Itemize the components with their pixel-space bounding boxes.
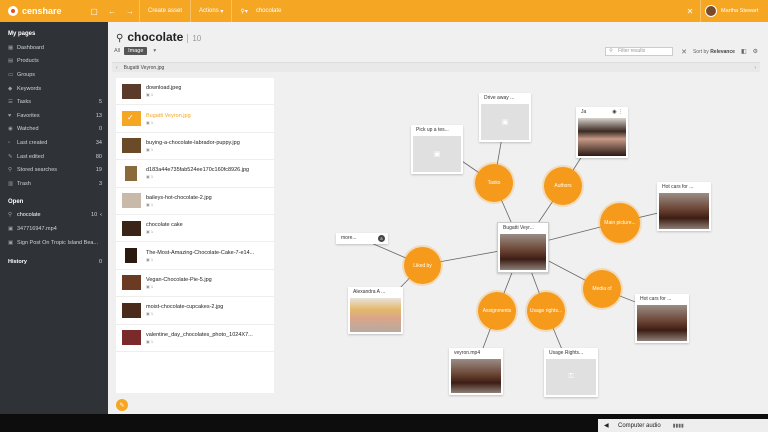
placeholder-icon: ▣	[413, 136, 461, 172]
user-name: Martha Stewart	[721, 8, 759, 14]
pencil-icon: ✎	[8, 153, 13, 160]
create-asset-button[interactable]: Create asset	[139, 0, 190, 22]
card-author[interactable]: Ja ◉ ⋮	[576, 107, 628, 158]
search-dropdown-icon[interactable]: ▾	[245, 8, 248, 15]
sidebar-item-watched[interactable]: ◉ Watched 0	[0, 123, 108, 137]
tag-icon: ◆	[8, 85, 13, 92]
app-name: censhare	[22, 6, 62, 16]
trash-icon: ▥	[8, 180, 14, 187]
sidebar-history[interactable]: History 0	[0, 255, 108, 269]
sidebar-item-stored-searches[interactable]: ⚲ Stored searches 19	[0, 163, 108, 177]
edit-fab-icon[interactable]: ✎	[116, 399, 128, 411]
sidebar-item-products[interactable]: ▤ Products	[0, 55, 108, 69]
sidebar-item-last-edited[interactable]: ✎ Last edited 80	[0, 150, 108, 164]
eye-icon: ◉	[8, 126, 13, 133]
search-input[interactable]: chocolate	[256, 8, 282, 14]
sidebar-open-chocolate[interactable]: ⚲ chocolate 10 ‹	[0, 209, 108, 223]
tasks-icon: ☰	[8, 99, 13, 106]
products-icon: ▤	[8, 58, 14, 65]
relation-assignments[interactable]: Assignments	[478, 292, 516, 330]
panel-toggle-icon[interactable]: ▢	[85, 7, 103, 16]
author-photo	[578, 118, 626, 156]
top-bar: censhare ▢ ← → Create asset Actions ▾ ⚲ …	[0, 0, 768, 22]
video-thumbnail	[451, 359, 501, 393]
card-usage-rights[interactable]: Usage Rights... ⚿	[544, 348, 598, 397]
actions-label: Actions	[199, 8, 219, 14]
sidebar-item-groups[interactable]: ▭ Groups	[0, 68, 108, 82]
video-icon: ▣	[8, 225, 14, 232]
relation-usage-rights[interactable]: Usage rights...	[527, 292, 565, 330]
chevron-down-icon: ▾	[218, 8, 224, 15]
sidebar-item-tasks[interactable]: ☰ Tasks 5	[0, 95, 108, 109]
sidebar-item-keywords[interactable]: ◆ Keywords	[0, 82, 108, 96]
image-icon: ▣	[8, 239, 14, 246]
sidebar: My pages ▦ Dashboard ▤ Products ▭ Groups ◆ K…	[0, 22, 108, 414]
card-alexandra[interactable]: Alexandra A ...	[348, 287, 403, 334]
my-pages-title: My pages	[8, 31, 36, 37]
actions-menu-button[interactable]: Actions ▾	[190, 0, 231, 22]
open-title: Open	[8, 198, 24, 205]
sidebar-item-dashboard[interactable]: ▦ Dashboard	[0, 41, 108, 55]
car-photo	[637, 305, 687, 341]
sidebar-open-video[interactable]: ▣ 347716947.mp4	[0, 222, 108, 236]
card-actions-icon[interactable]: ◉ ⋮	[612, 107, 623, 118]
censhare-logo-icon	[8, 6, 18, 16]
global-search[interactable]: ⚲ ▾ chocolate	[231, 0, 680, 22]
back-arrow-icon[interactable]: ←	[103, 7, 121, 16]
relation-media-of[interactable]: Media of	[583, 270, 621, 308]
card-driveaway[interactable]: Drive away ... ▣	[479, 93, 531, 142]
relation-graph: Pick up a tes... ▣ Drive away ... ▣ Ja ◉ ⋮ …	[108, 22, 768, 414]
sidebar-item-trash[interactable]: ▥ Trash 3	[0, 177, 108, 191]
more-button[interactable]: more... 8	[336, 233, 388, 244]
sidebar-item-last-created[interactable]: ▫ Last created 34	[0, 136, 108, 150]
center-asset-card[interactable]: Bugatti Veyr...	[497, 222, 549, 273]
placeholder-icon: ▣	[481, 104, 529, 140]
alexandra-photo	[350, 298, 401, 332]
relation-liked-by[interactable]: Liked by	[404, 247, 441, 284]
heart-icon: ♥	[8, 112, 12, 119]
card-pickup[interactable]: Pick up a tes... ▣	[411, 125, 463, 174]
center-car-photo	[500, 234, 546, 270]
history-title: History	[8, 259, 27, 266]
chevron-left-icon: ‹	[100, 212, 102, 219]
computer-audio-indicator[interactable]: ◀ Computer audio ▮▮▮▮	[598, 419, 768, 432]
key-icon: ⚿	[546, 359, 596, 395]
card-veyron-mp4[interactable]: veyron.mp4	[449, 348, 503, 395]
forward-arrow-icon[interactable]: →	[121, 7, 139, 16]
main-area: ⚲ chocolate 10 All Image ▾ ⚲ Filter resu…	[108, 22, 768, 414]
search-icon: ⚲	[8, 212, 13, 219]
card-hotcars-2[interactable]: Hot cars for ...	[635, 294, 689, 343]
car-photo	[659, 193, 709, 229]
sidebar-open-sign-post[interactable]: ▣ Sign Post On Tropic Island Bea...	[0, 236, 108, 250]
avatar	[705, 5, 717, 17]
relation-tasks[interactable]: Tasks	[475, 164, 513, 202]
relation-authors[interactable]: Authors	[544, 167, 582, 205]
dashboard-icon: ▦	[8, 44, 14, 51]
relation-main-picture[interactable]: Main picture...	[600, 203, 640, 243]
user-menu[interactable]: Martha Stewart	[700, 0, 768, 22]
app-logo[interactable]: censhare	[0, 0, 85, 22]
audio-level-icon: ▮▮▮▮	[672, 422, 684, 429]
sidebar-item-favorites[interactable]: ♥ Favorites 13	[0, 109, 108, 123]
search-icon: ⚲	[8, 167, 13, 174]
speaker-icon: ◀	[604, 423, 609, 429]
file-plus-icon: ▫	[8, 139, 10, 146]
clear-search-icon[interactable]: ✕	[680, 7, 700, 16]
folder-icon: ▭	[8, 71, 14, 78]
card-hotcars-1[interactable]: Hot cars for ...	[657, 182, 711, 231]
more-count-badge: 8	[378, 235, 385, 242]
